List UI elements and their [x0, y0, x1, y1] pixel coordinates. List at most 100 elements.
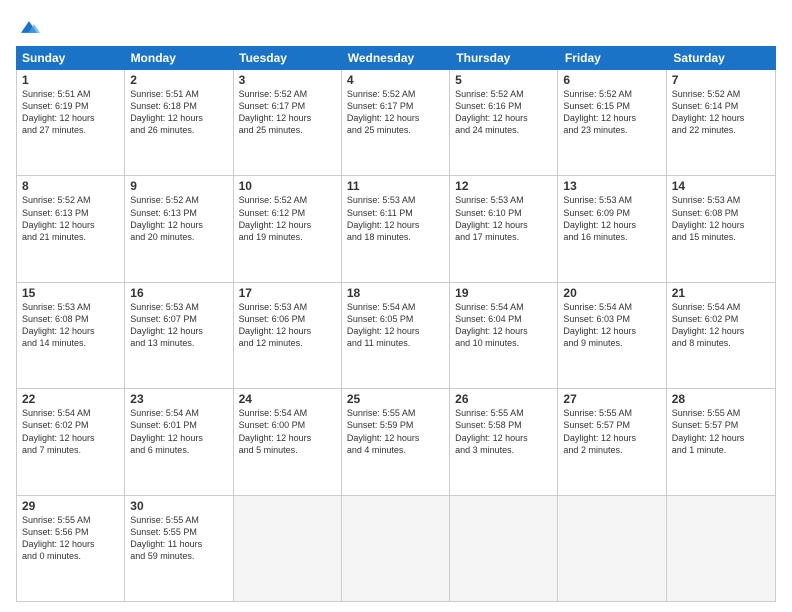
day-number: 10 [239, 179, 336, 193]
calendar: SundayMondayTuesdayWednesdayThursdayFrid… [16, 46, 776, 602]
cell-details: Sunrise: 5:55 AM Sunset: 5:58 PM Dayligh… [455, 407, 552, 456]
cell-details: Sunrise: 5:53 AM Sunset: 6:10 PM Dayligh… [455, 194, 552, 243]
cal-cell: 29Sunrise: 5:55 AM Sunset: 5:56 PM Dayli… [17, 496, 125, 601]
cell-details: Sunrise: 5:55 AM Sunset: 5:59 PM Dayligh… [347, 407, 444, 456]
cal-cell: 9Sunrise: 5:52 AM Sunset: 6:13 PM Daylig… [125, 176, 233, 281]
cal-cell: 16Sunrise: 5:53 AM Sunset: 6:07 PM Dayli… [125, 283, 233, 388]
day-number: 21 [672, 286, 770, 300]
cell-details: Sunrise: 5:52 AM Sunset: 6:12 PM Dayligh… [239, 194, 336, 243]
day-number: 13 [563, 179, 660, 193]
cell-details: Sunrise: 5:51 AM Sunset: 6:18 PM Dayligh… [130, 88, 227, 137]
day-number: 18 [347, 286, 444, 300]
day-number: 1 [22, 73, 119, 87]
cal-header-sunday: Sunday [16, 46, 125, 70]
page: SundayMondayTuesdayWednesdayThursdayFrid… [0, 0, 792, 612]
cal-cell: 13Sunrise: 5:53 AM Sunset: 6:09 PM Dayli… [558, 176, 666, 281]
cell-details: Sunrise: 5:54 AM Sunset: 6:05 PM Dayligh… [347, 301, 444, 350]
day-number: 4 [347, 73, 444, 87]
cal-cell: 12Sunrise: 5:53 AM Sunset: 6:10 PM Dayli… [450, 176, 558, 281]
cell-details: Sunrise: 5:53 AM Sunset: 6:07 PM Dayligh… [130, 301, 227, 350]
cell-details: Sunrise: 5:52 AM Sunset: 6:14 PM Dayligh… [672, 88, 770, 137]
cal-header-monday: Monday [125, 46, 234, 70]
day-number: 3 [239, 73, 336, 87]
cal-header-thursday: Thursday [450, 46, 559, 70]
cal-cell: 8Sunrise: 5:52 AM Sunset: 6:13 PM Daylig… [17, 176, 125, 281]
day-number: 29 [22, 499, 119, 513]
cal-cell: 22Sunrise: 5:54 AM Sunset: 6:02 PM Dayli… [17, 389, 125, 494]
cal-cell [450, 496, 558, 601]
cal-header-friday: Friday [559, 46, 668, 70]
cal-row-5: 29Sunrise: 5:55 AM Sunset: 5:56 PM Dayli… [17, 496, 775, 601]
cal-cell: 6Sunrise: 5:52 AM Sunset: 6:15 PM Daylig… [558, 70, 666, 175]
day-number: 19 [455, 286, 552, 300]
day-number: 15 [22, 286, 119, 300]
cal-cell: 5Sunrise: 5:52 AM Sunset: 6:16 PM Daylig… [450, 70, 558, 175]
day-number: 25 [347, 392, 444, 406]
cal-cell: 2Sunrise: 5:51 AM Sunset: 6:18 PM Daylig… [125, 70, 233, 175]
day-number: 7 [672, 73, 770, 87]
cell-details: Sunrise: 5:53 AM Sunset: 6:09 PM Dayligh… [563, 194, 660, 243]
cell-details: Sunrise: 5:53 AM Sunset: 6:11 PM Dayligh… [347, 194, 444, 243]
cell-details: Sunrise: 5:54 AM Sunset: 6:02 PM Dayligh… [22, 407, 119, 456]
cal-cell: 21Sunrise: 5:54 AM Sunset: 6:02 PM Dayli… [667, 283, 775, 388]
cal-cell: 23Sunrise: 5:54 AM Sunset: 6:01 PM Dayli… [125, 389, 233, 494]
day-number: 2 [130, 73, 227, 87]
day-number: 8 [22, 179, 119, 193]
cal-row-4: 22Sunrise: 5:54 AM Sunset: 6:02 PM Dayli… [17, 389, 775, 495]
cal-cell [234, 496, 342, 601]
day-number: 11 [347, 179, 444, 193]
cell-details: Sunrise: 5:54 AM Sunset: 6:00 PM Dayligh… [239, 407, 336, 456]
cal-cell: 7Sunrise: 5:52 AM Sunset: 6:14 PM Daylig… [667, 70, 775, 175]
day-number: 14 [672, 179, 770, 193]
cell-details: Sunrise: 5:53 AM Sunset: 6:08 PM Dayligh… [672, 194, 770, 243]
cal-row-3: 15Sunrise: 5:53 AM Sunset: 6:08 PM Dayli… [17, 283, 775, 389]
cal-cell: 14Sunrise: 5:53 AM Sunset: 6:08 PM Dayli… [667, 176, 775, 281]
cell-details: Sunrise: 5:55 AM Sunset: 5:56 PM Dayligh… [22, 514, 119, 563]
header [16, 16, 776, 38]
cal-cell: 19Sunrise: 5:54 AM Sunset: 6:04 PM Dayli… [450, 283, 558, 388]
logo-icon [18, 16, 40, 38]
cal-cell: 15Sunrise: 5:53 AM Sunset: 6:08 PM Dayli… [17, 283, 125, 388]
cal-cell: 3Sunrise: 5:52 AM Sunset: 6:17 PM Daylig… [234, 70, 342, 175]
day-number: 26 [455, 392, 552, 406]
day-number: 28 [672, 392, 770, 406]
cal-cell: 30Sunrise: 5:55 AM Sunset: 5:55 PM Dayli… [125, 496, 233, 601]
cal-row-2: 8 Sunrise: 5:52 AM Sunset: 6:13 PM Daylig… [17, 176, 775, 282]
calendar-header-row: SundayMondayTuesdayWednesdayThursdayFrid… [16, 46, 776, 70]
day-number: 23 [130, 392, 227, 406]
cell-details: Sunrise: 5:53 AM Sunset: 6:08 PM Dayligh… [22, 301, 119, 350]
day-number: 20 [563, 286, 660, 300]
cal-header-tuesday: Tuesday [233, 46, 342, 70]
day-number: 16 [130, 286, 227, 300]
day-number: 22 [22, 392, 119, 406]
cell-details: Sunrise: 5:54 AM Sunset: 6:01 PM Dayligh… [130, 407, 227, 456]
cell-details: Sunrise: 5:55 AM Sunset: 5:57 PM Dayligh… [563, 407, 660, 456]
cal-header-saturday: Saturday [667, 46, 776, 70]
cal-row-1: 1Sunrise: 5:51 AM Sunset: 6:19 PM Daylig… [17, 70, 775, 176]
cal-cell: 20Sunrise: 5:54 AM Sunset: 6:03 PM Dayli… [558, 283, 666, 388]
cal-cell: 25Sunrise: 5:55 AM Sunset: 5:59 PM Dayli… [342, 389, 450, 494]
cal-cell: 1Sunrise: 5:51 AM Sunset: 6:19 PM Daylig… [17, 70, 125, 175]
day-number: 27 [563, 392, 660, 406]
cal-cell [342, 496, 450, 601]
day-number: 24 [239, 392, 336, 406]
logo [16, 16, 40, 38]
cell-details: Sunrise: 5:54 AM Sunset: 6:02 PM Dayligh… [672, 301, 770, 350]
cal-cell: 26Sunrise: 5:55 AM Sunset: 5:58 PM Dayli… [450, 389, 558, 494]
cell-details: Sunrise: 5:52 AM Sunset: 6:15 PM Dayligh… [563, 88, 660, 137]
cell-details: Sunrise: 5:52 AM Sunset: 6:13 PM Dayligh… [130, 194, 227, 243]
day-number: 30 [130, 499, 227, 513]
cell-details: Sunrise: 5:53 AM Sunset: 6:06 PM Dayligh… [239, 301, 336, 350]
day-number: 17 [239, 286, 336, 300]
cell-details: Sunrise: 5:51 AM Sunset: 6:19 PM Dayligh… [22, 88, 119, 137]
day-number: 12 [455, 179, 552, 193]
cell-details: Sunrise: 5:55 AM Sunset: 5:57 PM Dayligh… [672, 407, 770, 456]
cal-cell: 10Sunrise: 5:52 AM Sunset: 6:12 PM Dayli… [234, 176, 342, 281]
cal-cell: 24Sunrise: 5:54 AM Sunset: 6:00 PM Dayli… [234, 389, 342, 494]
cal-cell: 27Sunrise: 5:55 AM Sunset: 5:57 PM Dayli… [558, 389, 666, 494]
calendar-body: 1Sunrise: 5:51 AM Sunset: 6:19 PM Daylig… [16, 70, 776, 602]
cell-details: Sunrise: 5:52 AM Sunset: 6:16 PM Dayligh… [455, 88, 552, 137]
cell-details: Sunrise: 5:54 AM Sunset: 6:03 PM Dayligh… [563, 301, 660, 350]
cal-cell: 28Sunrise: 5:55 AM Sunset: 5:57 PM Dayli… [667, 389, 775, 494]
cal-cell: 18Sunrise: 5:54 AM Sunset: 6:05 PM Dayli… [342, 283, 450, 388]
